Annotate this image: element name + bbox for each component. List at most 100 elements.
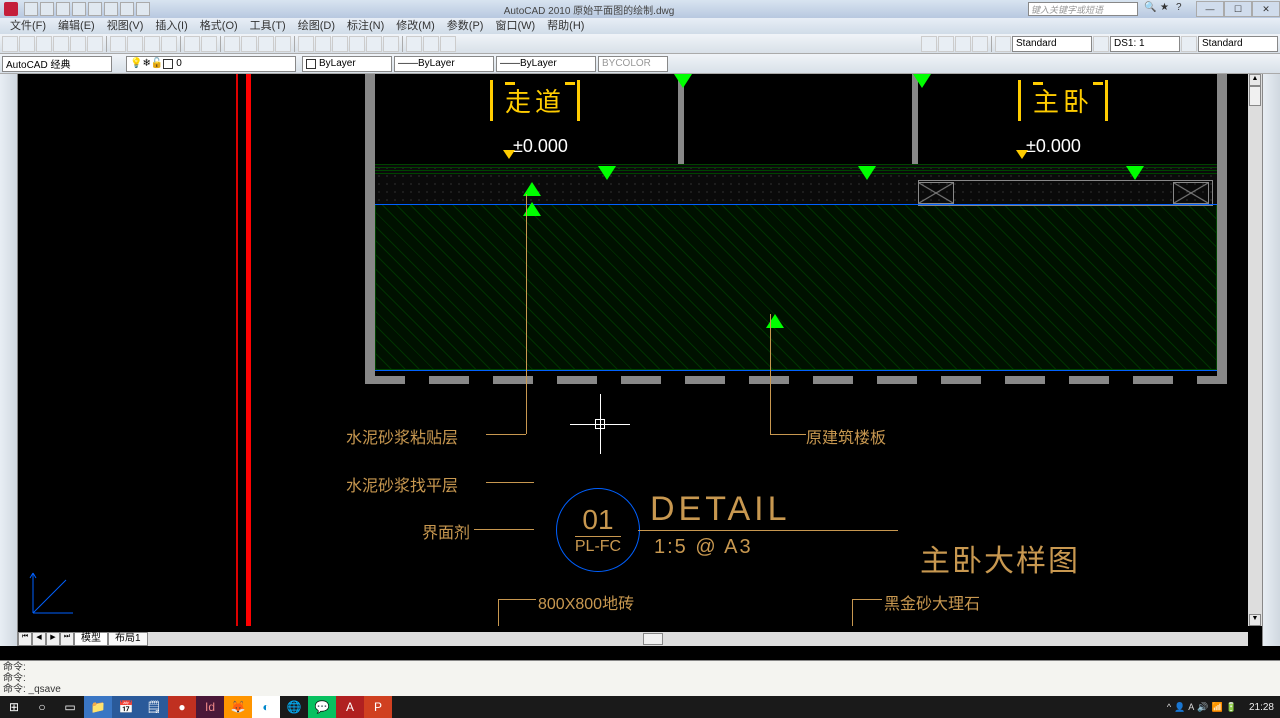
move-icon[interactable] (1264, 156, 1280, 171)
undo-icon[interactable] (184, 36, 200, 52)
arc-icon[interactable] (1, 156, 17, 171)
sheetset-icon[interactable] (349, 36, 365, 52)
hscroll-track[interactable] (148, 632, 1248, 646)
print-icon[interactable] (53, 36, 69, 52)
taskview-icon[interactable]: ▭ (56, 696, 84, 718)
menu-help[interactable]: 帮助(H) (541, 18, 590, 34)
matchprop-icon[interactable] (161, 36, 177, 52)
browser-icon[interactable]: ◐ (252, 696, 280, 718)
offset-icon[interactable] (1264, 124, 1280, 139)
dim-btn[interactable] (938, 36, 954, 52)
tab-next-icon[interactable]: ▶ (46, 632, 60, 646)
explode-icon[interactable] (1264, 316, 1280, 331)
copy2-icon[interactable] (1264, 92, 1280, 107)
tab-prev-icon[interactable]: ◀ (32, 632, 46, 646)
mirror-icon[interactable] (1264, 108, 1280, 123)
table-style-icon[interactable] (1181, 36, 1197, 52)
app-icon[interactable]: 📅 (112, 696, 140, 718)
dim-style-icon[interactable] (1093, 36, 1109, 52)
dim-btn[interactable] (955, 36, 971, 52)
chrome-icon[interactable]: 🌐 (280, 696, 308, 718)
ellipse-arc-icon[interactable] (1, 236, 17, 251)
plotstyle-combo[interactable]: BYCOLOR (598, 56, 668, 72)
table-icon[interactable] (1, 348, 17, 363)
polyline-icon[interactable] (1, 108, 17, 123)
help-search-input[interactable]: 键入关键字或短语 (1028, 2, 1138, 16)
menu-modify[interactable]: 修改(M) (390, 18, 441, 34)
measure-icon[interactable] (423, 36, 439, 52)
hatch-icon[interactable] (1, 300, 17, 315)
volume-icon[interactable]: 🔊 (1197, 702, 1208, 713)
copy-icon[interactable] (127, 36, 143, 52)
maximize-button[interactable]: ☐ (1224, 1, 1252, 17)
line-icon[interactable] (1, 76, 17, 91)
workspace-combo[interactable]: AutoCAD 经典 (2, 56, 112, 72)
tray-up-icon[interactable]: ^ (1167, 702, 1171, 712)
vertical-scrollbar[interactable]: ▲ ▼ (1248, 74, 1262, 626)
rotate-icon[interactable] (1264, 172, 1280, 187)
system-tray[interactable]: ^ 👤 A 🔊 📶 🔋 (1161, 702, 1243, 713)
dim-style-combo[interactable]: DS1: 1 (1110, 36, 1180, 52)
new-icon[interactable] (2, 36, 18, 52)
command-line[interactable]: 命令: 命令: 命令: _qsave (0, 660, 1280, 696)
polygon-icon[interactable] (1, 124, 17, 139)
chamfer-icon[interactable] (1264, 284, 1280, 299)
menu-draw[interactable]: 绘图(D) (292, 18, 341, 34)
save-icon[interactable] (36, 36, 52, 52)
menu-file[interactable]: 文件(F) (4, 18, 52, 34)
calc-icon[interactable] (383, 36, 399, 52)
indesign-icon[interactable]: Id (196, 696, 224, 718)
menu-dimension[interactable]: 标注(N) (341, 18, 390, 34)
dim-btn[interactable] (921, 36, 937, 52)
redo-icon[interactable] (201, 36, 217, 52)
scroll-up-icon[interactable]: ▲ (1249, 74, 1261, 86)
search-icon[interactable]: 🔍 (1144, 2, 1158, 16)
cut-icon[interactable] (110, 36, 126, 52)
menu-view[interactable]: 视图(V) (101, 18, 150, 34)
open-icon[interactable] (19, 36, 35, 52)
qat-open-icon[interactable] (40, 2, 54, 16)
wechat-icon[interactable]: 💬 (308, 696, 336, 718)
battery-icon[interactable]: 🔋 (1226, 702, 1237, 713)
block-icon[interactable] (406, 36, 422, 52)
insert-block-icon[interactable] (1, 252, 17, 267)
autocad-icon[interactable]: A (336, 696, 364, 718)
array-icon[interactable] (1264, 140, 1280, 155)
app-icon[interactable]: 🗒 (140, 696, 168, 718)
tab-first-icon[interactable]: ⏮ (18, 632, 32, 646)
qat-new-icon[interactable] (24, 2, 38, 16)
publish-icon[interactable] (87, 36, 103, 52)
tab-last-icon[interactable]: ⏭ (60, 632, 74, 646)
spline-icon[interactable] (1, 204, 17, 219)
qat-print-icon[interactable] (104, 2, 118, 16)
revcloud-icon[interactable] (1, 188, 17, 203)
menu-insert[interactable]: 插入(I) (149, 18, 193, 34)
scroll-down-icon[interactable]: ▼ (1249, 614, 1261, 626)
menu-tools[interactable]: 工具(T) (244, 18, 292, 34)
scroll-thumb[interactable] (643, 633, 663, 645)
menu-parametric[interactable]: 参数(P) (441, 18, 490, 34)
stretch-icon[interactable] (1264, 204, 1280, 219)
start-button[interactable]: ⊞ (0, 696, 28, 718)
drawing-canvas[interactable]: 走道 主卧 ±0.000 ±0.000 水泥砂浆粘贴层 水泥砂浆找平层 界面剂 … (18, 74, 1262, 626)
menu-window[interactable]: 窗口(W) (489, 18, 541, 34)
break-icon[interactable] (1264, 252, 1280, 267)
fillet-icon[interactable] (1264, 300, 1280, 315)
gradient-icon[interactable] (1, 316, 17, 331)
markup-icon[interactable] (366, 36, 382, 52)
qat-undo-icon[interactable] (72, 2, 86, 16)
properties-icon[interactable] (298, 36, 314, 52)
powerpoint-icon[interactable]: P (364, 696, 392, 718)
qat-redo-icon[interactable] (88, 2, 102, 16)
tab-model[interactable]: 模型 (74, 632, 108, 646)
xline-icon[interactable] (1, 92, 17, 107)
lineweight-combo[interactable]: —— ByLayer (496, 56, 596, 72)
qat-btn[interactable] (120, 2, 134, 16)
preview-icon[interactable] (70, 36, 86, 52)
ellipse-icon[interactable] (1, 220, 17, 235)
firefox-icon[interactable]: 🦊 (224, 696, 252, 718)
qat-dropdown-icon[interactable] (136, 2, 150, 16)
close-button[interactable]: ✕ (1252, 1, 1280, 17)
menu-format[interactable]: 格式(O) (194, 18, 244, 34)
linetype-combo[interactable]: —— ByLayer (394, 56, 494, 72)
